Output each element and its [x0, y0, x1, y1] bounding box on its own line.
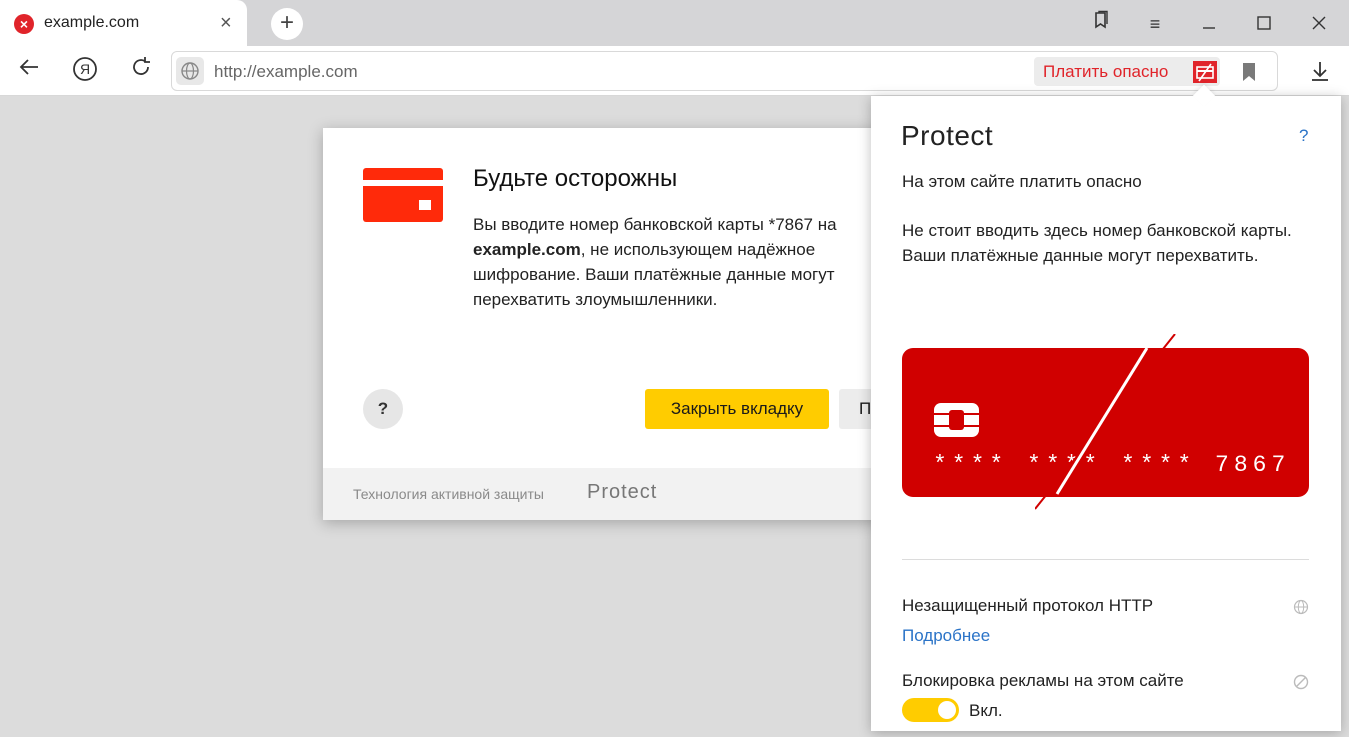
footer-brand: Protect: [587, 481, 658, 503]
close-window-icon[interactable]: [1305, 10, 1333, 38]
more-info-link[interactable]: Подробнее: [902, 626, 990, 646]
ad-block-toggle[interactable]: [902, 698, 959, 722]
error-x-icon: ×: [14, 14, 34, 34]
ad-block-label: Блокировка рекламы на этом сайте: [902, 671, 1184, 690]
dialog-footer: Технология активной защиты Protect: [323, 468, 883, 520]
card-warning-icon: [1193, 61, 1217, 83]
card-chip-icon: [933, 402, 980, 438]
payment-warning-dialog: Будьте осторожны Вы вводите номер банков…: [323, 128, 883, 520]
browser-toolbar: Я http://example.com Платить опасно: [0, 46, 1349, 96]
back-icon[interactable]: [14, 56, 44, 86]
dialog-help-button[interactable]: ?: [363, 389, 403, 429]
maximize-icon[interactable]: [1250, 10, 1278, 38]
yandex-logo-icon[interactable]: Я: [70, 56, 100, 86]
tab-close-button[interactable]: ×: [220, 11, 232, 35]
globe-status-icon: [1293, 599, 1309, 615]
close-tab-button[interactable]: Закрыть вкладку: [645, 389, 829, 429]
ad-block-toggle-label: Вкл.: [969, 701, 1003, 720]
bank-card-icon: [363, 168, 443, 222]
reload-icon[interactable]: [126, 56, 156, 86]
dialog-message: Вы вводите номер банковской карты *7867 …: [473, 215, 837, 309]
popup-heading: На этом сайте платить опасно: [902, 172, 1142, 191]
block-icon: [1293, 674, 1309, 690]
pay-danger-label: Платить опасно: [1043, 62, 1169, 81]
address-bar[interactable]: http://example.com Платить опасно: [171, 51, 1278, 91]
toggle-knob: [938, 701, 956, 719]
dialog-domain: example.com: [473, 240, 581, 259]
globe-icon[interactable]: [176, 57, 204, 85]
download-icon[interactable]: [1305, 56, 1335, 86]
protect-brand: Protect: [901, 120, 994, 151]
dialog-title: Будьте осторожны: [473, 165, 678, 192]
pay-danger-badge[interactable]: Платить опасно: [1034, 57, 1220, 86]
collections-icon[interactable]: [1087, 10, 1115, 38]
tab-title: example.com: [44, 14, 140, 31]
popup-help-link[interactable]: ?: [1299, 126, 1308, 146]
footer-text: Технология активной защиты: [353, 486, 544, 502]
bookmark-icon[interactable]: [1238, 61, 1260, 83]
menu-icon[interactable]: ≡: [1141, 10, 1169, 38]
url-text[interactable]: http://example.com: [214, 62, 358, 82]
popup-message: Не стоит вводить здесь номер банковской …: [902, 221, 1292, 265]
svg-text:Я: Я: [80, 61, 90, 77]
divider: [902, 559, 1309, 560]
browser-tab[interactable]: × example.com ×: [0, 0, 247, 46]
new-tab-button[interactable]: +: [271, 8, 303, 40]
card-slash-line: [1035, 334, 1176, 510]
tab-strip: × example.com × + ≡: [0, 0, 1349, 46]
minimize-icon[interactable]: [1195, 10, 1223, 38]
http-status-label: Незащищенный протокол HTTP: [902, 596, 1154, 615]
